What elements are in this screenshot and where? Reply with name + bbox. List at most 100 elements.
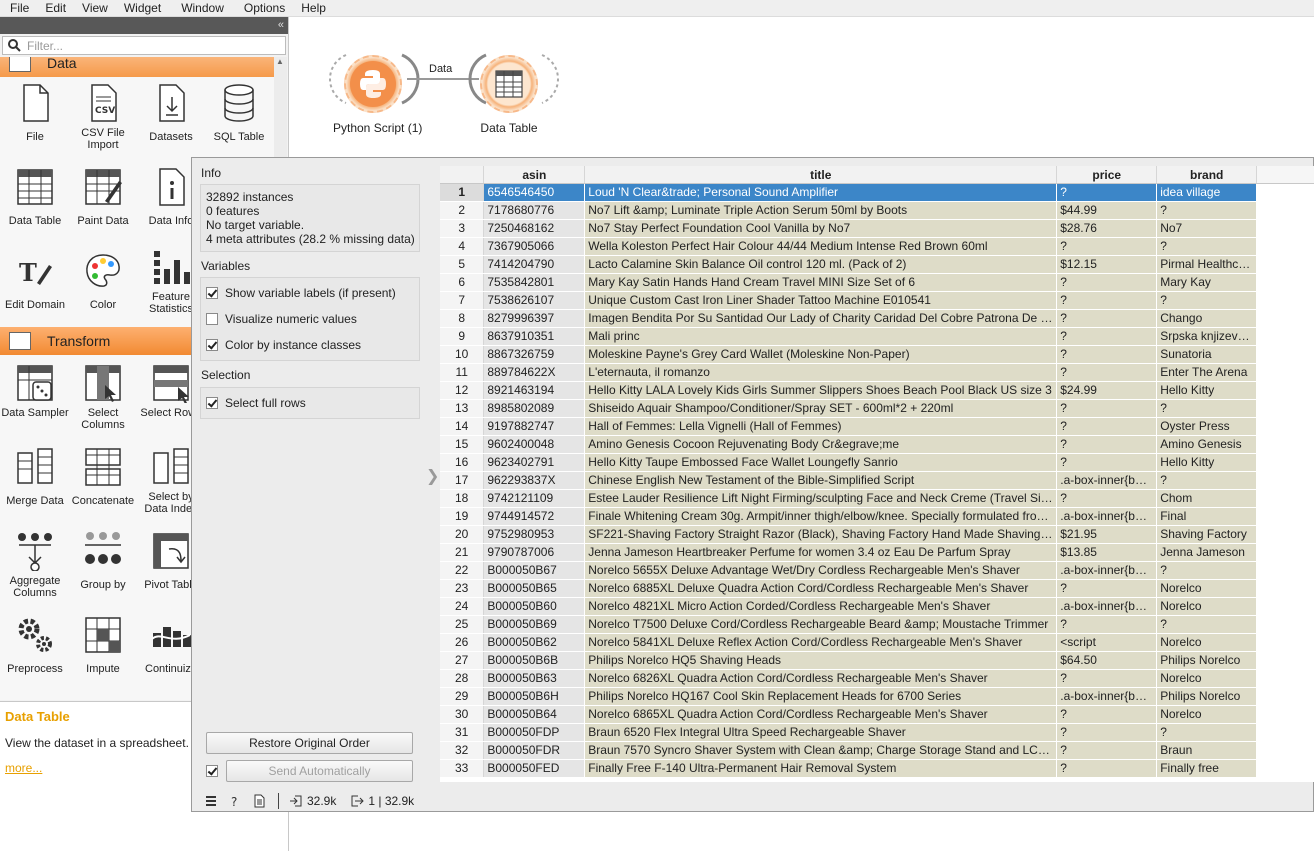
table-row[interactable]: 21 9790787006 Jenna Jameson Heartbreaker P…	[440, 543, 1314, 562]
cell-brand[interactable]: Jenna Jameson	[1156, 543, 1258, 562]
row-number[interactable]: 20	[440, 525, 485, 544]
cell-brand[interactable]: Mary Kay	[1156, 273, 1258, 292]
cell-asin[interactable]: B000050B6H	[483, 687, 586, 706]
table-row[interactable]: 16 9623402791 Hello Kitty Taupe Embossed F…	[440, 453, 1314, 472]
cell-brand[interactable]: Hello Kitty	[1156, 381, 1258, 400]
tool-datasets[interactable]: Datasets	[137, 77, 205, 159]
cell-asin[interactable]: 9197882747	[483, 417, 586, 436]
cell-brand[interactable]: idea village	[1156, 183, 1258, 202]
cell-title[interactable]: Unique Custom Cast Iron Liner Shader Tat…	[584, 291, 1058, 310]
menu-window[interactable]: Window	[167, 1, 230, 15]
cell-price[interactable]: ?	[1056, 273, 1158, 292]
cell-asin[interactable]: 9744914572	[483, 507, 586, 526]
cell-brand[interactable]: Norelco	[1156, 579, 1258, 598]
cell-title[interactable]: Norelco 4821XL Micro Action Corded/Cordl…	[584, 597, 1058, 616]
cell-price[interactable]: ?	[1056, 237, 1158, 256]
row-number[interactable]: 13	[440, 399, 485, 418]
tool-preprocess[interactable]: Preprocess	[1, 609, 69, 691]
cell-price[interactable]: $21.95	[1056, 525, 1158, 544]
row-number[interactable]: 15	[440, 435, 485, 454]
cell-title[interactable]: Chinese English New Testament of the Bib…	[584, 471, 1058, 490]
cell-price[interactable]: ?	[1056, 417, 1158, 436]
cell-asin[interactable]: 9742121109	[483, 489, 586, 508]
chevron-right-icon[interactable]: ❯	[426, 466, 439, 486]
cell-title[interactable]: Norelco 6826XL Quadra Action Cord/Cordle…	[584, 669, 1058, 688]
cell-asin[interactable]: B000050B67	[483, 561, 586, 580]
table-row[interactable]: 5 7414204790 Lacto Calamine Skin Balance O…	[440, 255, 1314, 274]
cell-brand[interactable]: Enter The Arena	[1156, 363, 1258, 382]
cell-title[interactable]: Jenna Jameson Heartbreaker Perfume for w…	[584, 543, 1058, 562]
cell-brand[interactable]: ?	[1156, 201, 1258, 220]
cell-brand[interactable]: ?	[1156, 399, 1258, 418]
table-row[interactable]: 10 8867326759 Moleskine Payne's Grey Card …	[440, 345, 1314, 364]
table-row[interactable]: 33 B000050FED Finally Free F-140 Ultra-Per…	[440, 759, 1314, 778]
cell-asin[interactable]: 9790787006	[483, 543, 586, 562]
cell-price[interactable]: ?	[1056, 669, 1158, 688]
collapse-dock-icon[interactable]: «	[278, 17, 284, 34]
table-row[interactable]: 27 B000050B6B Philips Norelco HQ5 Shaving …	[440, 651, 1314, 670]
cell-brand[interactable]: Chom	[1156, 489, 1258, 508]
cell-title[interactable]: Mali princ	[584, 327, 1058, 346]
cell-title[interactable]: Mary Kay Satin Hands Hand Cream Travel M…	[584, 273, 1058, 292]
table-row[interactable]: 18 9742121109 Estee Lauder Resilience Lift…	[440, 489, 1314, 508]
cell-price[interactable]: .a-box-inner{b…	[1056, 597, 1158, 616]
menu-options[interactable]: Options	[230, 1, 291, 15]
tool-sql-table[interactable]: SQL Table	[205, 77, 273, 159]
corner-header[interactable]	[440, 166, 485, 184]
cell-brand[interactable]: Norelco	[1156, 705, 1258, 724]
cell-title[interactable]: SF221-Shaving Factory Straight Razor (Bl…	[584, 525, 1058, 544]
cell-price[interactable]: ?	[1056, 453, 1158, 472]
row-number[interactable]: 32	[440, 741, 485, 760]
checkbox-icon[interactable]	[206, 287, 218, 299]
cell-asin[interactable]: B000050B62	[483, 633, 586, 652]
row-number[interactable]: 14	[440, 417, 485, 436]
cell-title[interactable]: Estee Lauder Resilience Lift Night Firmi…	[584, 489, 1058, 508]
menu-file[interactable]: File	[0, 1, 35, 15]
row-number[interactable]: 33	[440, 759, 485, 778]
cell-title[interactable]: Imagen Bendita Por Su Santidad Our Lady …	[584, 309, 1058, 328]
cell-price[interactable]: ?	[1056, 705, 1158, 724]
cell-price[interactable]: .a-box-inner{b…	[1056, 561, 1158, 580]
cell-brand[interactable]: Norelco	[1156, 633, 1258, 652]
report-icon[interactable]	[252, 794, 266, 808]
table-row[interactable]: 9 8637910351 Mali princ? Srpska knjizev…	[440, 327, 1314, 346]
checkbox-icon[interactable]	[206, 313, 218, 325]
menu-view[interactable]: View	[72, 1, 114, 15]
cell-title[interactable]: Norelco 6865XL Quadra Action Cord/Cordle…	[584, 705, 1058, 724]
cell-brand[interactable]: Norelco	[1156, 597, 1258, 616]
cell-title[interactable]: Philips Norelco HQ5 Shaving Heads	[584, 651, 1058, 670]
tool-csv-file-import[interactable]: CSV CSV File Import	[69, 77, 137, 159]
column-header-asin[interactable]: asin	[483, 166, 586, 184]
table-row[interactable]: 2 7178680776 No7 Lift &amp; Luminate Tripl…	[440, 201, 1314, 220]
table-row[interactable]: 13 8985802089 Shiseido Aquair Shampoo/Cond…	[440, 399, 1314, 418]
row-number[interactable]: 26	[440, 633, 485, 652]
cell-brand[interactable]: Finally free	[1156, 759, 1258, 778]
cell-price[interactable]: .a-box-inner{b…	[1056, 687, 1158, 706]
cell-asin[interactable]: B000050FED	[483, 759, 586, 778]
color-by-class-checkbox[interactable]: Color by instance classes	[201, 332, 419, 358]
cell-price[interactable]: $13.85	[1056, 543, 1158, 562]
tool-data-table[interactable]: Data Table	[1, 161, 69, 243]
cell-asin[interactable]: B000050B63	[483, 669, 586, 688]
restore-original-order-button[interactable]: Restore Original Order	[206, 732, 413, 754]
row-number[interactable]: 12	[440, 381, 485, 400]
row-number[interactable]: 6	[440, 273, 485, 292]
cell-price[interactable]: ?	[1056, 759, 1158, 778]
cell-brand[interactable]: Braun	[1156, 741, 1258, 760]
cell-price[interactable]: ?	[1056, 489, 1158, 508]
cell-brand[interactable]: Pirmal Healthc…	[1156, 255, 1258, 274]
row-number[interactable]: 10	[440, 345, 485, 364]
table-row[interactable]: 7 7538626107 Unique Custom Cast Iron Liner…	[440, 291, 1314, 310]
cell-title[interactable]: Moleskine Payne's Grey Card Wallet (Mole…	[584, 345, 1058, 364]
row-number[interactable]: 17	[440, 471, 485, 490]
cell-title[interactable]: Finale Whitening Cream 30g. Armpit/inner…	[584, 507, 1058, 526]
cell-asin[interactable]: 889784622X	[483, 363, 586, 382]
table-row[interactable]: 12 8921463194 Hello Kitty LALA Lovely Kids…	[440, 381, 1314, 400]
cell-asin[interactable]: 8637910351	[483, 327, 586, 346]
checkbox-icon[interactable]	[206, 339, 218, 351]
cell-asin[interactable]: 9752980953	[483, 525, 586, 544]
cell-price[interactable]: ?	[1056, 435, 1158, 454]
row-number[interactable]: 21	[440, 543, 485, 562]
cell-asin[interactable]: B000050FDP	[483, 723, 586, 742]
cell-brand[interactable]: Oyster Press	[1156, 417, 1258, 436]
